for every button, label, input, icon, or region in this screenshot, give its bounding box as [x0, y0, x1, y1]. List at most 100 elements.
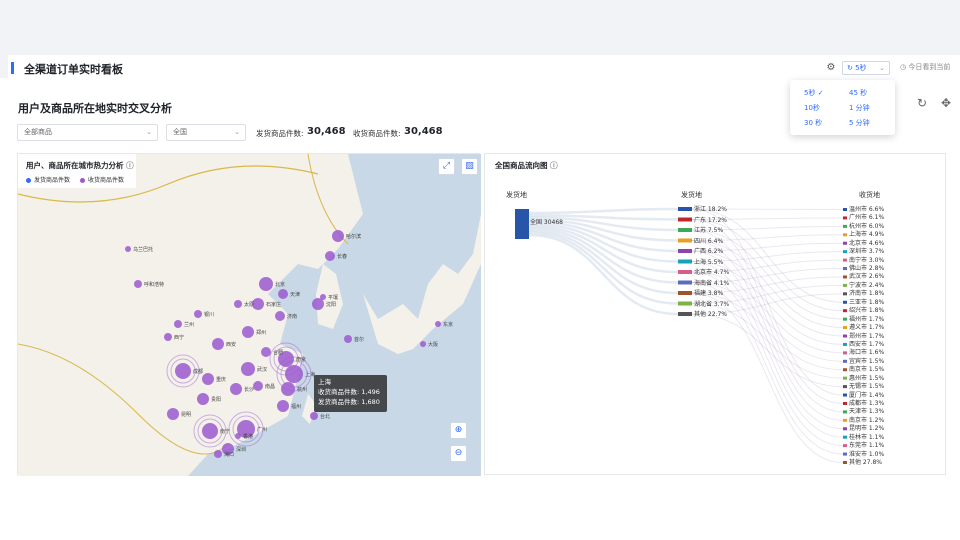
info-icon[interactable]: ⓘ — [126, 161, 134, 170]
settings-icon[interactable]: ⚙ — [825, 62, 837, 74]
region-filter[interactable]: 全国 ⌄ — [166, 124, 246, 141]
sankey-city-node[interactable] — [843, 292, 847, 296]
city-bubble[interactable] — [197, 393, 209, 405]
menu-option-5min[interactable]: 5 分钟 — [849, 118, 870, 128]
sankey-city-node[interactable] — [843, 444, 847, 448]
city-bubble[interactable] — [214, 450, 222, 458]
sankey-province-node[interactable] — [678, 280, 692, 285]
sankey-city-node[interactable] — [843, 224, 847, 228]
product-filter[interactable]: 全部商品 ⌄ — [17, 124, 158, 141]
legend-ship[interactable]: 发货商品件数 — [26, 175, 70, 184]
menu-option-1min[interactable]: 1 分钟 — [849, 103, 870, 113]
sankey-province-node[interactable] — [678, 291, 692, 295]
map-canvas[interactable]: 呼和浩特 哈尔滨 长春 沈阳 北京 天津 石家庄 太原 济南 郑州 西安 兰州 银川 西宁 成都 重庆 武汉 南京… — [18, 154, 481, 476]
today-link[interactable]: ◷ 今日看到当前 — [900, 62, 950, 72]
move-icon[interactable]: ✥ — [941, 96, 951, 110]
sankey-city-node[interactable] — [843, 393, 847, 397]
city-bubble[interactable] — [325, 251, 335, 261]
menu-option-5s[interactable]: 5秒 ✓ — [804, 88, 824, 98]
city-bubble[interactable] — [164, 333, 172, 341]
sankey-city-node[interactable] — [843, 418, 847, 422]
sankey-city-node[interactable] — [843, 401, 847, 405]
sankey-province-node[interactable] — [678, 238, 692, 243]
sankey-city-node[interactable] — [843, 216, 847, 220]
sankey-city-node[interactable] — [843, 267, 847, 271]
city-bubble[interactable] — [310, 412, 318, 420]
menu-option-45s[interactable]: 45 秒 — [849, 88, 867, 98]
city-bubble[interactable] — [234, 300, 242, 308]
city-bubble[interactable] — [174, 320, 182, 328]
sankey-city-node[interactable] — [843, 359, 847, 363]
sankey-city-node[interactable] — [843, 435, 847, 439]
sankey-link[interactable] — [528, 207, 679, 215]
sankey-province-node[interactable] — [678, 217, 692, 222]
city-bubble[interactable] — [261, 347, 271, 357]
sankey-city-node[interactable] — [843, 258, 847, 262]
city-bubble[interactable] — [259, 277, 273, 291]
city-bubble[interactable] — [134, 280, 142, 288]
city-bubble[interactable] — [285, 365, 303, 383]
sankey-link[interactable] — [691, 292, 844, 463]
sankey-city-node[interactable] — [843, 300, 847, 304]
sankey-city-node[interactable] — [843, 410, 847, 414]
city-bubble[interactable] — [212, 338, 224, 350]
city-bubble[interactable] — [278, 289, 288, 299]
sankey-city-node[interactable] — [843, 241, 847, 245]
sankey-city-node[interactable] — [843, 452, 847, 456]
city-bubble[interactable] — [277, 400, 289, 412]
sankey-city-node[interactable] — [843, 427, 847, 431]
city-bubble[interactable] — [332, 230, 344, 242]
city-bubble[interactable] — [281, 382, 295, 396]
sankey-province-node[interactable] — [678, 207, 692, 211]
zoom-in-button[interactable]: ⊕ — [450, 422, 467, 439]
city-bubble[interactable] — [420, 341, 426, 347]
sankey-city-node[interactable] — [843, 208, 847, 211]
sankey-city-node[interactable] — [843, 309, 847, 313]
sankey-city-node[interactable] — [843, 283, 847, 287]
legend-receive[interactable]: 收货商品件数 — [80, 175, 124, 184]
sankey-city-node[interactable] — [843, 250, 847, 254]
sankey-city-node[interactable] — [843, 368, 847, 372]
sankey-province-node[interactable] — [678, 249, 692, 253]
city-bubble[interactable] — [175, 363, 191, 379]
city-bubble[interactable] — [275, 311, 285, 321]
sankey-city-node[interactable] — [843, 275, 847, 279]
menu-option-10s[interactable]: 10秒 — [804, 103, 820, 113]
city-bubble[interactable] — [235, 433, 241, 439]
sankey-source-node[interactable] — [515, 209, 529, 239]
sankey-city-node[interactable] — [843, 461, 847, 464]
sankey-city-node[interactable] — [843, 233, 847, 237]
city-bubble[interactable] — [344, 335, 352, 343]
city-bubble[interactable] — [125, 246, 131, 252]
sankey-city-node[interactable] — [843, 317, 847, 321]
sankey-province-node[interactable] — [678, 312, 692, 316]
sankey-city-node[interactable] — [843, 334, 847, 338]
sankey-province-node[interactable] — [678, 301, 692, 306]
sankey-province-node[interactable] — [678, 259, 692, 264]
zoom-out-button[interactable]: ⊖ — [450, 445, 467, 462]
city-bubble[interactable] — [241, 362, 255, 376]
sankey-province-node[interactable] — [678, 270, 692, 274]
city-bubble[interactable] — [202, 423, 218, 439]
sankey-city-node[interactable] — [843, 351, 847, 355]
city-bubble[interactable] — [253, 381, 263, 391]
sankey-city-node[interactable] — [843, 326, 847, 330]
city-bubble[interactable] — [242, 326, 254, 338]
image-icon[interactable]: ▨ — [461, 158, 478, 175]
menu-option-30s[interactable]: 30 秒 — [804, 118, 822, 128]
city-bubble[interactable] — [435, 321, 441, 327]
sankey-link[interactable] — [691, 261, 844, 438]
sankey-city-node[interactable] — [843, 342, 847, 346]
sankey-province-node[interactable] — [678, 228, 692, 232]
city-bubble[interactable] — [320, 294, 326, 300]
city-bubble[interactable] — [202, 373, 214, 385]
refresh-interval-select[interactable]: ↻ 5秒 ⌄ — [842, 61, 890, 75]
refresh-icon[interactable]: ↻ — [917, 96, 927, 110]
city-bubble[interactable] — [230, 383, 242, 395]
sankey-city-node[interactable] — [843, 376, 847, 380]
city-bubble[interactable] — [194, 310, 202, 318]
sankey-city-node[interactable] — [843, 385, 847, 389]
fullscreen-icon[interactable]: ⤢ — [438, 158, 455, 175]
city-bubble[interactable] — [167, 408, 179, 420]
sankey-link[interactable] — [691, 282, 844, 455]
